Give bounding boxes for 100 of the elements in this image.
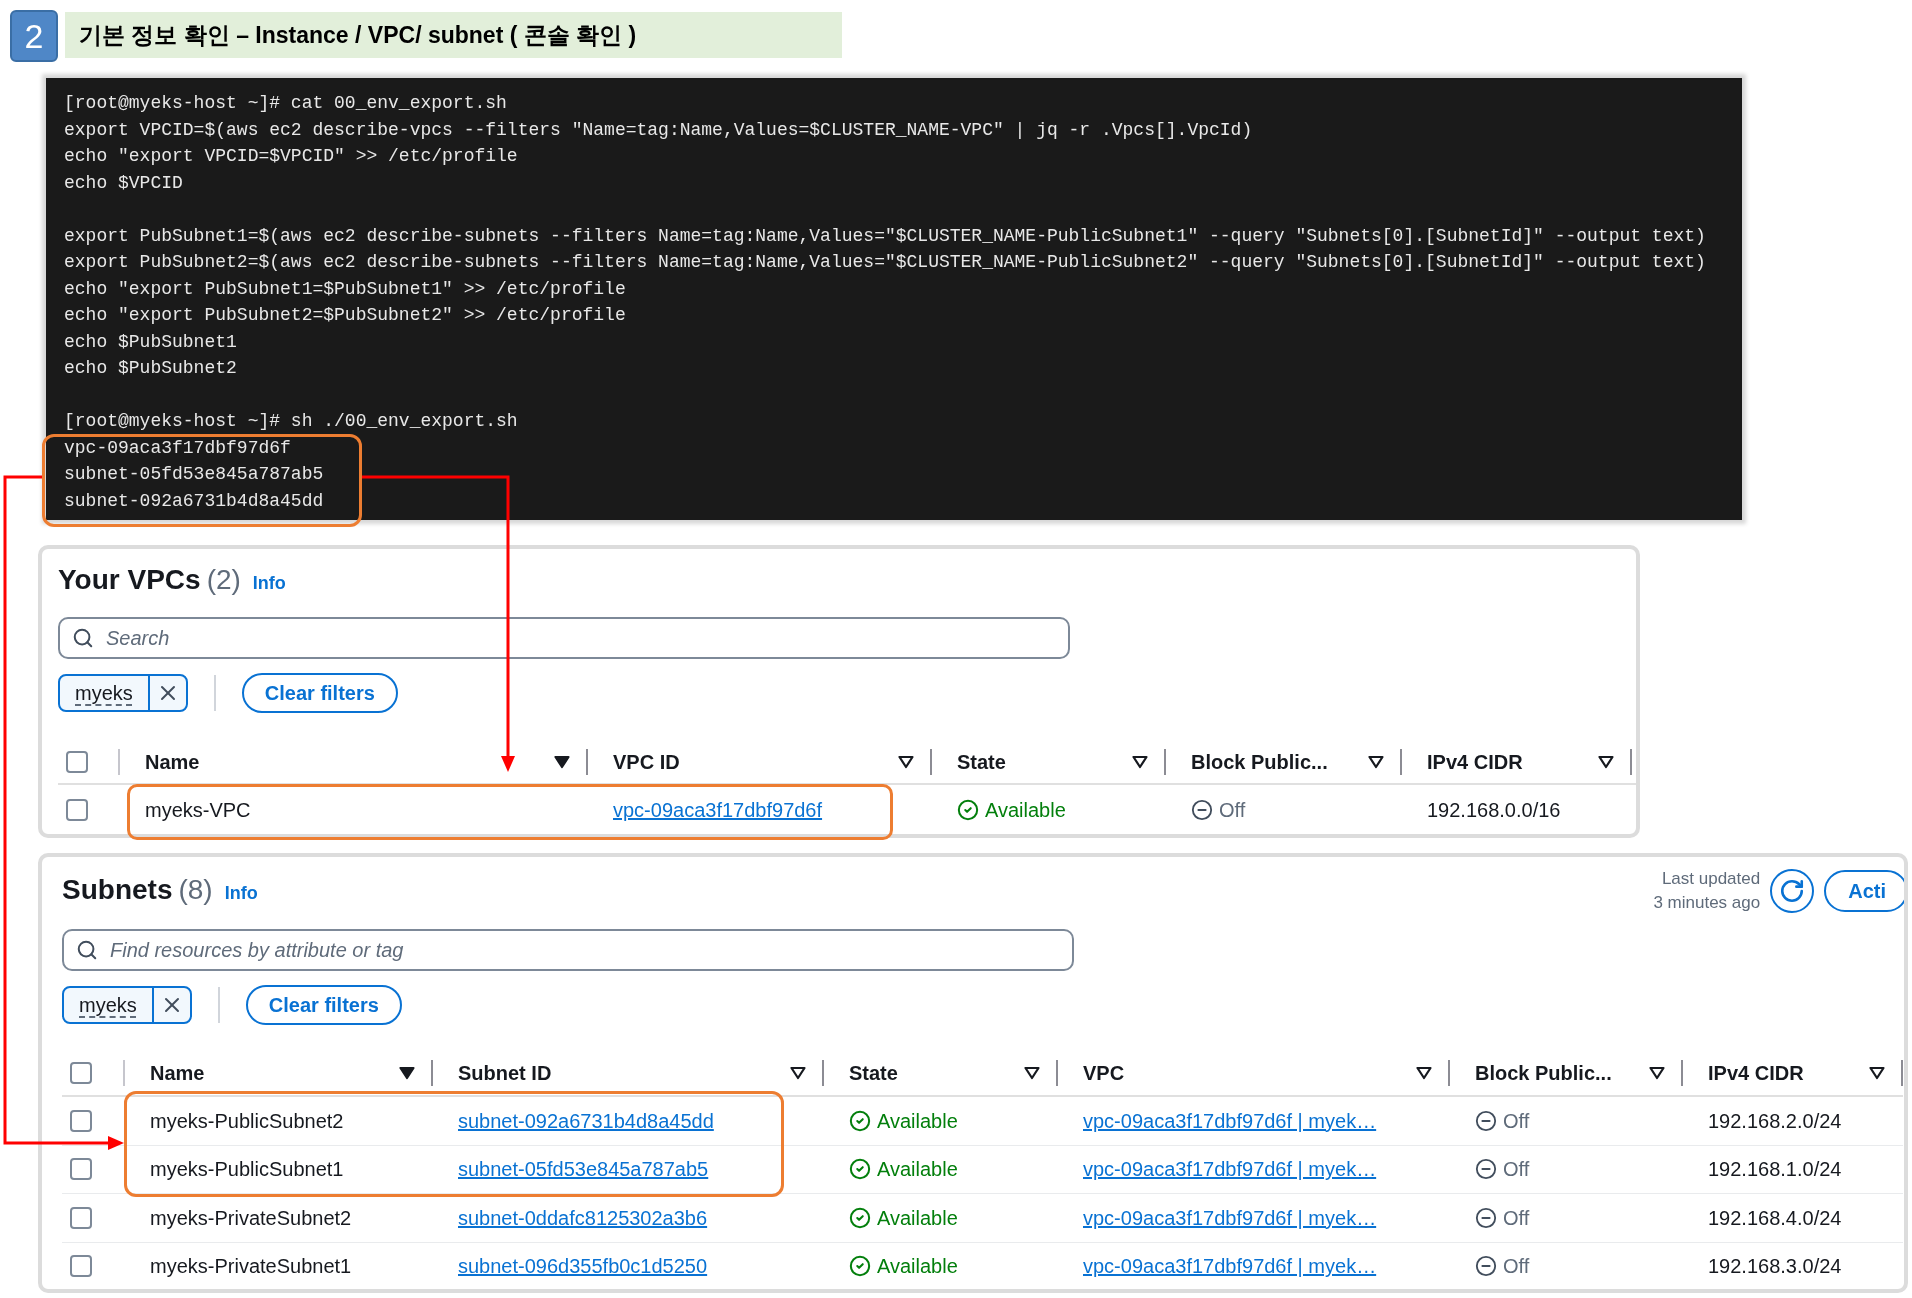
subnet-id-link[interactable]: subnet-096d355fb0c1d5250 bbox=[458, 1255, 708, 1278]
sort-icon[interactable] bbox=[1649, 1066, 1665, 1080]
sort-descending-icon[interactable] bbox=[554, 755, 570, 769]
status-text: Available bbox=[877, 1108, 958, 1134]
clear-filters-button[interactable]: Clear filters bbox=[241, 673, 398, 713]
status-text: Off bbox=[1503, 1157, 1530, 1183]
column-header[interactable]: IPv4 CIDR bbox=[1708, 1058, 1804, 1088]
table-cell: 192.168.4.0/24 bbox=[1708, 1206, 1842, 1229]
table-cell: 192.168.0.0/16 bbox=[1427, 799, 1561, 821]
status-text: Available bbox=[985, 798, 1066, 823]
check-circle-icon bbox=[849, 1255, 871, 1278]
terminal-line: [root@myeks-host ~]# cat 00_env_export.sh bbox=[64, 92, 507, 115]
status-text: Available bbox=[877, 1205, 958, 1231]
item-count: (8) bbox=[178, 873, 213, 907]
search-field[interactable]: Find resources by attribute or tag bbox=[62, 929, 1074, 971]
terminal-line: echo $VPCID bbox=[64, 171, 183, 195]
table-cell: myeks-VPC bbox=[145, 799, 251, 821]
search-icon bbox=[76, 939, 98, 961]
section-title: 기본 정보 확인 – Instance / VPC/ subnet ( 콘솔 확인 ) bbox=[65, 12, 842, 58]
minus-circle-icon bbox=[1475, 1158, 1497, 1181]
row-checkbox[interactable] bbox=[70, 1255, 92, 1278]
status-text: Off bbox=[1503, 1108, 1530, 1134]
info-link[interactable]: Info bbox=[224, 880, 258, 907]
table-cell: myeks-PublicSubnet2 bbox=[150, 1109, 344, 1132]
row-checkbox[interactable] bbox=[70, 1109, 92, 1132]
minus-circle-icon bbox=[1191, 799, 1213, 821]
column-header[interactable]: VPC bbox=[1083, 1058, 1125, 1088]
panel-title: Subnets bbox=[62, 873, 173, 907]
sort-icon[interactable] bbox=[898, 755, 914, 769]
table-cell: 192.168.1.0/24 bbox=[1708, 1158, 1842, 1181]
row-checkbox[interactable] bbox=[70, 1062, 92, 1084]
item-count: (2) bbox=[206, 563, 241, 597]
terminal-line: echo "export PubSubnet2=$PubSubnet2" >> /etc/profile bbox=[64, 304, 626, 327]
sort-icon[interactable] bbox=[1024, 1066, 1040, 1080]
row-checkbox[interactable] bbox=[70, 1158, 92, 1181]
row-checkbox[interactable] bbox=[66, 799, 88, 821]
table-cell: 192.168.2.0/24 bbox=[1708, 1109, 1842, 1132]
terminal-line: echo $PubSubnet2 bbox=[64, 357, 237, 380]
filter-label: myeks bbox=[78, 993, 138, 1018]
subnet-id-link[interactable]: subnet-05fd53e845a787ab5 bbox=[458, 1158, 709, 1181]
terminal-line: echo $PubSubnet1 bbox=[64, 330, 237, 354]
sort-icon[interactable] bbox=[1416, 1066, 1432, 1080]
last-updated-label: Last updated bbox=[1661, 868, 1761, 890]
sort-icon[interactable] bbox=[1598, 755, 1614, 769]
status-text: Available bbox=[877, 1157, 958, 1183]
check-circle-icon bbox=[849, 1109, 871, 1132]
row-checkbox[interactable] bbox=[66, 751, 88, 773]
column-header[interactable]: Name bbox=[145, 747, 200, 777]
clear-filters-button[interactable]: Clear filters bbox=[245, 985, 402, 1025]
vpc-id-link[interactable]: vpc-09aca3f17dbf97d6f bbox=[613, 799, 823, 821]
sort-icon[interactable] bbox=[790, 1066, 806, 1080]
info-link[interactable]: Info bbox=[252, 570, 286, 597]
terminal-line: echo "export VPCID=$VPCID" >> /etc/profile bbox=[64, 145, 518, 168]
check-circle-icon bbox=[849, 1158, 871, 1181]
column-header[interactable]: State bbox=[957, 747, 1006, 777]
terminal-line: vpc-09aca3f17dbf97d6f bbox=[64, 436, 291, 460]
table-cell: myeks-PublicSubnet1 bbox=[150, 1158, 344, 1181]
table-cell: myeks-PrivateSubnet1 bbox=[150, 1255, 352, 1278]
terminal-line: export VPCID=$(aws ec2 describe-vpcs --filters "Name=tag:Name,Values=$CLUSTER_NAME-VPC" | jq -r .Vpcs[].VpcId) bbox=[64, 118, 1253, 142]
status-text: Off bbox=[1503, 1254, 1530, 1280]
column-header[interactable]: IPv4 CIDR bbox=[1427, 747, 1523, 777]
sort-descending-icon[interactable] bbox=[399, 1066, 415, 1080]
status-text: Off bbox=[1219, 798, 1246, 823]
column-header[interactable]: State bbox=[849, 1058, 898, 1088]
search-field[interactable]: Search bbox=[58, 617, 1070, 659]
column-header[interactable]: Block Public... bbox=[1475, 1058, 1612, 1088]
column-header[interactable]: Block Public... bbox=[1191, 747, 1328, 777]
status-text: Available bbox=[877, 1254, 958, 1280]
check-circle-icon bbox=[957, 799, 979, 821]
sort-icon[interactable] bbox=[1368, 755, 1384, 769]
check-circle-icon bbox=[849, 1206, 871, 1229]
terminal-line: export PubSubnet2=$(aws ec2 describe-subnets --filters Name=tag:Name,Values="$CLUSTER_NAME-PublicSubnet2" --query "Subnets[0].[SubnetId]" --output text) bbox=[64, 251, 1706, 274]
terminal-line: echo "export PubSubnet1=$PubSubnet1" >> /etc/profile bbox=[64, 277, 626, 301]
row-checkbox[interactable] bbox=[70, 1206, 92, 1229]
vpc-link[interactable]: vpc-09aca3f17dbf97d6f | myek… bbox=[1083, 1255, 1377, 1278]
sort-icon[interactable] bbox=[1869, 1066, 1885, 1080]
sort-icon[interactable] bbox=[1132, 755, 1148, 769]
vpc-link[interactable]: vpc-09aca3f17dbf97d6f | myek… bbox=[1083, 1109, 1377, 1132]
search-icon bbox=[72, 627, 94, 649]
vpc-link[interactable]: vpc-09aca3f17dbf97d6f | myek… bbox=[1083, 1206, 1377, 1229]
last-updated-time: 3 minutes ago bbox=[1653, 892, 1761, 914]
refresh-icon bbox=[1779, 878, 1806, 904]
subnet-id-link[interactable]: subnet-092a6731b4d8a45dd bbox=[458, 1109, 714, 1132]
terminal-line: export PubSubnet1=$(aws ec2 describe-subnets --filters Name=tag:Name,Values="$CLUSTER_NAME-PublicSubnet1" --query "Subnets[0].[SubnetId]" --output text) bbox=[64, 224, 1706, 248]
minus-circle-icon bbox=[1475, 1206, 1497, 1229]
column-header[interactable]: Subnet ID bbox=[458, 1058, 552, 1088]
refresh-button[interactable] bbox=[1770, 869, 1815, 913]
minus-circle-icon bbox=[1475, 1255, 1497, 1278]
table-cell: 192.168.3.0/24 bbox=[1708, 1255, 1842, 1278]
terminal-line: [root@myeks-host ~]# sh ./00_env_export.sh bbox=[64, 410, 518, 433]
filter-label: myeks bbox=[74, 681, 134, 706]
column-header[interactable]: Name bbox=[150, 1058, 205, 1088]
panel-title: Your VPCs bbox=[58, 563, 201, 597]
vpc-link[interactable]: vpc-09aca3f17dbf97d6f | myek… bbox=[1083, 1158, 1377, 1181]
actions-button[interactable]: Acti bbox=[1824, 870, 1904, 912]
minus-circle-icon bbox=[1475, 1109, 1497, 1132]
subnet-id-link[interactable]: subnet-0ddafc8125302a3b6 bbox=[458, 1206, 708, 1229]
terminal-line: subnet-05fd53e845a787ab5 bbox=[64, 463, 324, 486]
table-cell: myeks-PrivateSubnet2 bbox=[150, 1206, 352, 1229]
column-header[interactable]: VPC ID bbox=[613, 747, 680, 777]
